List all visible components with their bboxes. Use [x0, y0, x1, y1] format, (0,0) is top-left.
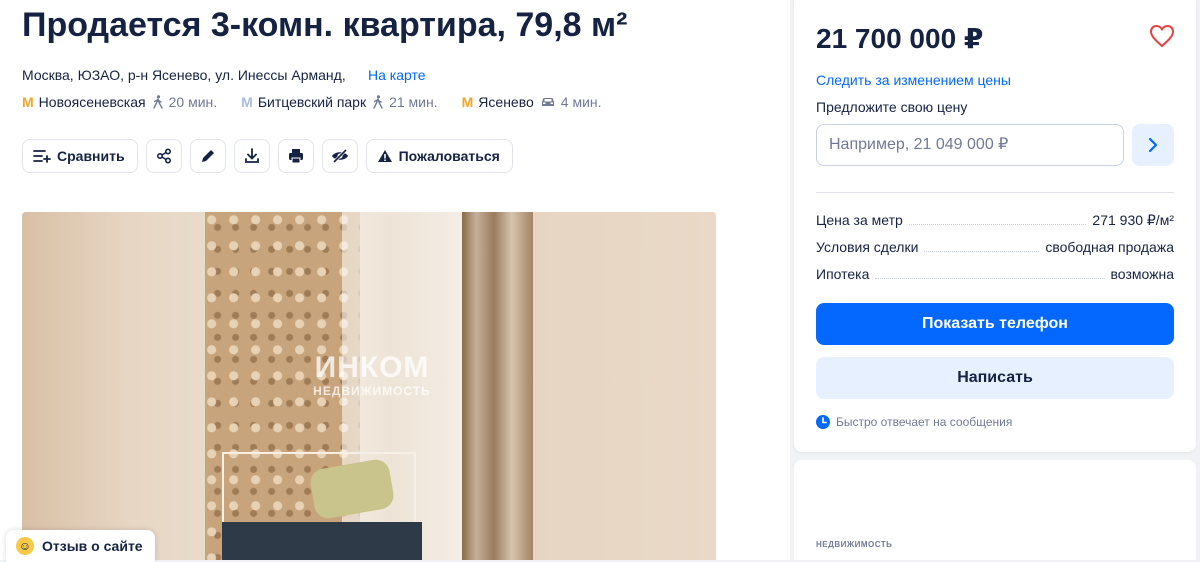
metro-station[interactable]: M Ясенево 4 мин. — [462, 93, 602, 111]
offer-submit-button[interactable] — [1132, 124, 1174, 166]
download-icon — [244, 148, 259, 163]
metro-list: M Новоясеневская 20 мин. M Битцевский па… — [22, 93, 626, 111]
detail-row: Ипотека возможна — [816, 265, 1174, 283]
metro-time: 4 мин. — [540, 93, 602, 111]
metro-time-value: 4 мин. — [560, 94, 602, 110]
metro-name: Битцевский парк — [257, 94, 367, 110]
hide-icon — [331, 148, 348, 164]
detail-row: Условия сделки свободная продажа — [816, 238, 1174, 256]
dotted-leader — [875, 278, 1105, 279]
walk-icon — [373, 95, 383, 109]
metro-name: Ясенево — [478, 94, 534, 110]
write-message-button[interactable]: Написать — [816, 357, 1174, 399]
compare-button[interactable]: Сравнить — [22, 139, 138, 173]
photo-blanket — [222, 522, 422, 560]
smile-icon: ☺ — [16, 537, 34, 555]
edit-icon — [201, 150, 214, 162]
share-icon — [156, 148, 171, 164]
metro-time: 21 мин. — [372, 93, 438, 111]
print-button[interactable] — [277, 139, 314, 173]
fast-reply-note: Быстро отвечает на сообщения — [816, 414, 1012, 430]
detail-row: Цена за метр 271 930 ₽/м² — [816, 211, 1174, 229]
detail-label: Цена за метр — [816, 212, 903, 228]
metro-icon: M — [461, 94, 474, 110]
feedback-label: Отзыв о сайте — [42, 538, 143, 554]
compare-icon — [33, 150, 51, 163]
detail-value: возможна — [1110, 266, 1174, 282]
warning-icon — [377, 150, 392, 162]
address[interactable]: Москва, ЮЗАО, р-н Ясенево, ул. Инессы Ар… — [22, 66, 346, 84]
metro-time: 20 мин. — [152, 93, 218, 111]
metro-name: Новоясеневская — [38, 94, 146, 110]
metro-station[interactable]: M Новоясеневская 20 мин. — [22, 93, 217, 111]
compare-label: Сравнить — [57, 148, 125, 164]
hide-button[interactable] — [321, 139, 358, 173]
complain-button[interactable]: Пожаловаться — [365, 139, 513, 173]
follow-price-link[interactable]: Следить за изменением цены — [816, 71, 1011, 89]
detail-value: свободная продажа — [1045, 239, 1174, 255]
detail-value: 271 930 ₽/м² — [1092, 212, 1174, 228]
offer-price-input[interactable] — [816, 124, 1124, 166]
favorite-heart-icon[interactable] — [1149, 24, 1175, 48]
metro-station[interactable]: M Битцевский парк 21 мин. — [241, 93, 437, 111]
detail-label: Ипотека — [816, 266, 870, 282]
clock-icon — [816, 415, 830, 429]
metro-time-value: 20 мин. — [168, 94, 218, 110]
metro-icon: M — [241, 94, 253, 110]
dotted-leader — [924, 251, 1040, 252]
detail-label: Условия сделки — [816, 239, 919, 255]
show-phone-button[interactable]: Показать телефон — [816, 303, 1174, 345]
photo-watermark: ИНКОМ НЕДВИЖИМОСТЬ — [292, 351, 452, 399]
price-card: 21 700 000 ₽ Следить за изменением цены … — [794, 0, 1196, 452]
dotted-leader — [908, 224, 1087, 225]
fast-reply-label: Быстро отвечает на сообщения — [836, 415, 1013, 429]
agency-card: НЕДВИЖИМОСТЬ — [794, 460, 1196, 560]
listing-main: Продается 3-комн. квартира, 79,8 м² Моск… — [0, 0, 790, 562]
map-link[interactable]: На карте — [368, 66, 426, 84]
agency-logo[interactable]: НЕДВИЖИМОСТЬ — [816, 540, 892, 549]
metro-icon: M — [22, 94, 34, 110]
photo-closet — [462, 212, 533, 560]
watermark-main: ИНКОМ — [314, 351, 430, 384]
chevron-right-icon — [1148, 137, 1158, 153]
feedback-button[interactable]: ☺ Отзыв о сайте — [6, 530, 155, 562]
offer-label: Предложите свою цену — [816, 99, 968, 115]
action-toolbar: Сравнить Пожаловаться — [22, 139, 521, 173]
photo-wall-right — [533, 212, 716, 560]
watermark-sub: НЕДВИЖИМОСТЬ — [313, 384, 431, 398]
metro-time-value: 21 мин. — [389, 94, 438, 110]
share-button[interactable] — [145, 139, 182, 173]
walk-icon — [152, 95, 163, 109]
price: 21 700 000 ₽ — [816, 23, 984, 54]
photo-wall-left — [22, 212, 205, 560]
page-title: Продается 3-комн. квартира, 79,8 м² — [22, 6, 628, 44]
edit-button[interactable] — [189, 139, 226, 173]
listing-photo[interactable]: ИНКОМ НЕДВИЖИМОСТЬ — [22, 212, 716, 560]
complain-label: Пожаловаться — [398, 148, 500, 164]
car-icon — [541, 98, 554, 106]
download-button[interactable] — [233, 139, 270, 173]
print-icon — [288, 149, 303, 164]
divider — [816, 192, 1174, 193]
